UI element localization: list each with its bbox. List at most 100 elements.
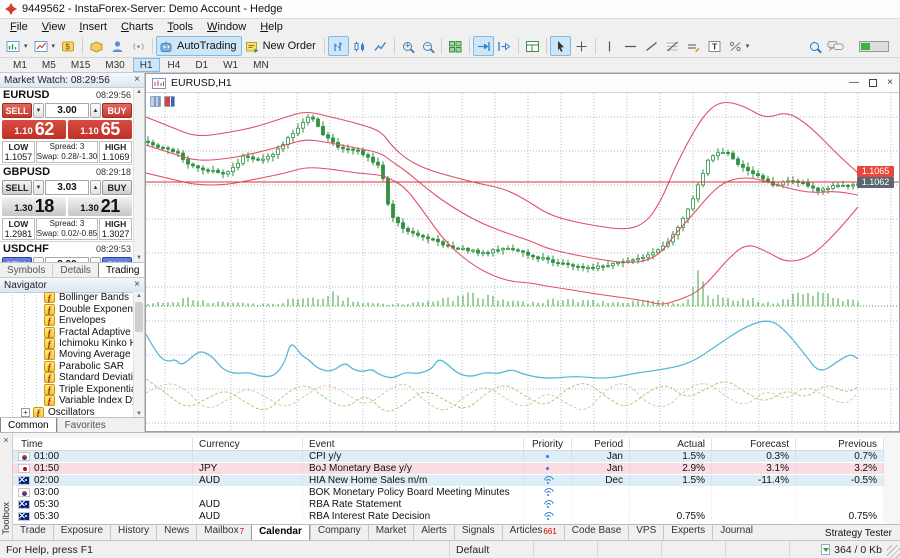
close-icon[interactable]: × [134, 280, 140, 290]
volume-dropdown-icon[interactable]: ▼ [33, 180, 44, 195]
toolbox-tab[interactable]: Mailbox7 [196, 524, 251, 540]
market-watch-tab[interactable]: Details [52, 264, 98, 277]
chevron-down-icon[interactable]: ▾ [24, 42, 28, 50]
timeframe-button[interactable]: W1 [216, 58, 245, 72]
volume-up-icon[interactable]: ▲ [90, 103, 101, 118]
toolbox-tab[interactable]: Calendar [251, 524, 310, 540]
calendar-row[interactable]: 01:00 CPI y/y Jan 1.5% 0.3% 0.7% [13, 451, 884, 463]
chart-shift-icon[interactable] [494, 36, 515, 56]
depth-of-market-icon[interactable] [164, 96, 175, 107]
timeframe-button[interactable]: H1 [133, 58, 160, 72]
ask-price[interactable]: 1.1065 [68, 120, 132, 139]
timeframe-button[interactable]: H4 [161, 58, 188, 72]
zoom-out-icon[interactable]: − [418, 36, 438, 56]
market-folder-icon[interactable]: $ [58, 36, 79, 56]
crosshair-icon[interactable] [571, 36, 592, 56]
calendar-row[interactable]: 05:30 AUD RBA Rate Statement [13, 499, 884, 511]
bid-price[interactable]: 1.3018 [2, 197, 66, 216]
menu-item[interactable]: Window [200, 20, 253, 34]
cursor-icon[interactable] [550, 36, 571, 56]
timeframe-button[interactable]: D1 [188, 58, 215, 72]
text-icon[interactable]: T [704, 36, 725, 56]
col-previous[interactable]: Previous [796, 438, 884, 450]
chat-icon[interactable] [827, 40, 845, 52]
volume-input[interactable]: 3.03 [45, 180, 89, 195]
volume-input[interactable]: 3.00 [45, 103, 89, 118]
menu-item[interactable]: View [35, 20, 73, 34]
timeframe-button[interactable]: M5 [35, 58, 63, 72]
menu-item[interactable]: Tools [160, 20, 200, 34]
toolbox-tab[interactable]: Alerts [413, 524, 454, 540]
menu-item[interactable]: Help [253, 20, 290, 34]
scroll-down-icon[interactable]: ▼ [136, 255, 142, 261]
toolbox-tab[interactable]: VPS [628, 524, 663, 540]
bar-chart-mode-icon[interactable] [328, 36, 349, 56]
signal-icon[interactable] [128, 36, 149, 56]
ask-price[interactable]: 1.3021 [68, 197, 132, 216]
deposit-icon[interactable] [86, 36, 107, 56]
navigator-item[interactable]: ƒ Envelopes [0, 315, 134, 326]
vertical-line-icon[interactable] [599, 36, 620, 56]
navigator-item[interactable]: ƒ Ichimoku Kinko Hyo [0, 338, 134, 349]
navigator-item[interactable]: ƒ Standard Deviation [0, 372, 134, 383]
shapes-icon[interactable]: ▾ [725, 36, 753, 56]
col-period[interactable]: Period [572, 438, 630, 450]
navigator-item[interactable]: ƒ Bollinger Bands [0, 292, 134, 303]
timeframe-button[interactable]: M15 [64, 58, 97, 72]
timeframe-button[interactable]: MN [246, 58, 276, 72]
navigator-item[interactable]: ƒ Moving Average [0, 349, 134, 360]
timeframe-button[interactable]: M1 [6, 58, 34, 72]
one-click-trading-icon[interactable] [150, 96, 161, 107]
new-order-button[interactable]: New Order [242, 36, 321, 56]
zoom-in-icon[interactable]: + [398, 36, 418, 56]
new-chart-button[interactable]: ▾ [3, 36, 31, 56]
scroll-up-icon[interactable]: ▲ [136, 293, 142, 299]
col-event[interactable]: Event [303, 438, 524, 450]
toolbox-tab[interactable]: Trade [13, 524, 53, 540]
navigator-item[interactable]: ƒ Double Exponential [0, 303, 134, 314]
market-watch-tab[interactable]: Symbols [0, 264, 52, 277]
resize-grip[interactable] [887, 545, 900, 558]
close-icon[interactable]: × [3, 435, 8, 445]
navigator-item[interactable]: ƒ Fractal Adaptive Mo [0, 326, 134, 337]
volume-up-icon[interactable]: ▲ [90, 180, 101, 195]
line-chart-mode-icon[interactable] [370, 36, 391, 56]
account-icon[interactable] [107, 36, 128, 56]
toolbox-tab[interactable]: Market [368, 524, 414, 540]
toolbox-tab[interactable]: Articles661 [502, 524, 564, 540]
col-actual[interactable]: Actual [630, 438, 712, 450]
channel-icon[interactable] [683, 36, 704, 56]
toolbox-tab[interactable]: History [110, 524, 156, 540]
col-currency[interactable]: Currency [193, 438, 303, 450]
profiles-button[interactable]: ▾ [31, 36, 59, 56]
col-time[interactable]: Time [13, 438, 193, 450]
auto-scroll-icon[interactable] [473, 36, 494, 56]
toolbox-tab[interactable]: News [156, 524, 196, 540]
maximize-icon[interactable] [869, 79, 877, 87]
strategy-tester-tab[interactable]: Strategy Tester [817, 527, 900, 540]
col-forecast[interactable]: Forecast [712, 438, 796, 450]
chevron-down-icon[interactable]: ▾ [52, 42, 56, 50]
new-chart-window-icon[interactable] [522, 36, 543, 56]
menu-item[interactable]: Charts [114, 20, 160, 34]
timeframe-button[interactable]: M30 [98, 58, 131, 72]
scroll-thumb[interactable] [135, 302, 143, 332]
trendline-icon[interactable] [641, 36, 662, 56]
toolbox-tab[interactable]: Code Base [564, 524, 628, 540]
chevron-down-icon[interactable]: ▾ [746, 42, 750, 50]
col-priority[interactable]: Priority [524, 438, 572, 450]
calendar-row[interactable]: 03:00 BOK Monetary Policy Board Meeting … [13, 487, 884, 499]
horizontal-line-icon[interactable] [620, 36, 641, 56]
toolbox-tab[interactable]: Signals [454, 524, 502, 540]
toolbox-tab[interactable]: Journal [712, 524, 760, 540]
close-icon[interactable]: × [134, 75, 140, 85]
fibonacci-icon[interactable] [662, 36, 683, 56]
navigator-item[interactable]: ƒ Variable Index Dyna [0, 395, 134, 406]
expand-icon[interactable]: + [21, 408, 30, 417]
chart-area[interactable]: 1.1065 1.1062 [146, 93, 899, 431]
close-icon[interactable]: × [887, 78, 893, 88]
buy-button[interactable]: BUY [102, 103, 132, 118]
scroll-up-icon[interactable]: ▲ [136, 89, 142, 95]
toolbox-tab[interactable]: Company [310, 524, 368, 540]
candlestick-mode-icon[interactable] [349, 36, 370, 56]
